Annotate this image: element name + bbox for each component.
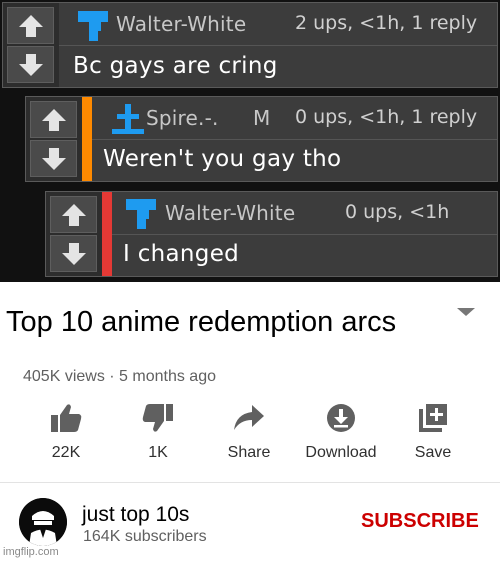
- reply-depth-bar: [102, 192, 112, 276]
- subscribe-button[interactable]: SUBSCRIBE: [361, 510, 479, 533]
- share-label: Share: [227, 444, 271, 461]
- tetris-icon: [126, 199, 156, 229]
- like-button[interactable]: 22K: [21, 400, 111, 462]
- comment-meta: 2 ups, <1h, 1 reply: [295, 12, 478, 34]
- avatar[interactable]: [19, 498, 67, 546]
- arrow-up-icon: [61, 203, 86, 226]
- vote-column: [3, 3, 59, 87]
- download-button[interactable]: Download: [296, 400, 386, 462]
- view-count: 405K views · 5 months ago: [23, 368, 216, 385]
- comment-author[interactable]: Walter-White: [165, 201, 295, 225]
- video-title: Top 10 anime redemption arcs: [6, 306, 397, 338]
- comment-2: Spire.-. M 0 ups, <1h, 1 reply Weren't y…: [25, 96, 498, 182]
- masked-figure-avatar: [19, 498, 67, 546]
- share-button[interactable]: Share: [204, 400, 294, 462]
- comment-3: Walter-White 0 ups, <1h I changed: [45, 191, 498, 277]
- downvote-button[interactable]: [50, 235, 97, 272]
- upvote-button[interactable]: [7, 7, 54, 44]
- arrow-down-icon: [18, 53, 43, 76]
- thumbs-down-icon: [142, 404, 173, 432]
- save-label: Save: [414, 444, 452, 461]
- comment-text: Bc gays are cring: [73, 53, 278, 79]
- vote-column: [26, 97, 82, 181]
- comment-1: Walter-White 2 ups, <1h, 1 reply Bc gays…: [2, 2, 498, 88]
- arrow-down-icon: [61, 242, 86, 265]
- downvote-button[interactable]: [30, 140, 77, 177]
- vote-column: [46, 192, 102, 276]
- watermark: imgflip.com: [3, 546, 59, 558]
- dislike-button[interactable]: 1K: [113, 400, 203, 462]
- comment-text: Weren't you gay tho: [103, 146, 342, 172]
- channel-name[interactable]: just top 10s: [82, 503, 189, 527]
- cross-icon: [112, 104, 144, 134]
- comment-divider: [92, 139, 497, 140]
- download-label: Download: [305, 444, 377, 461]
- save-button[interactable]: Save: [388, 400, 478, 462]
- comment-author[interactable]: Walter-White: [116, 12, 246, 36]
- comment-divider: [59, 45, 497, 46]
- arrow-down-icon: [41, 147, 66, 170]
- arrow-up-icon: [18, 14, 43, 37]
- download-icon: [327, 404, 355, 432]
- like-count: 22K: [51, 444, 81, 461]
- upvote-button[interactable]: [30, 101, 77, 138]
- upvote-button[interactable]: [50, 196, 97, 233]
- arrow-up-icon: [41, 108, 66, 131]
- comment-meta: 0 ups, <1h: [345, 201, 450, 223]
- thumbs-up-icon: [51, 404, 82, 432]
- section-divider: [0, 482, 500, 483]
- comment-author[interactable]: Spire.-.: [146, 106, 219, 130]
- dislike-count: 1K: [148, 444, 168, 461]
- moderator-badge: M: [253, 106, 271, 130]
- comment-text: I changed: [123, 241, 240, 267]
- comment-thread: Walter-White 2 ups, <1h, 1 reply Bc gays…: [0, 0, 500, 282]
- downvote-button[interactable]: [7, 46, 54, 83]
- comment-divider: [112, 234, 497, 235]
- share-icon: [234, 405, 264, 430]
- save-playlist-icon: [419, 404, 447, 432]
- expand-description-button[interactable]: [457, 308, 475, 316]
- reply-depth-bar: [82, 97, 92, 181]
- subscriber-count: 164K subscribers: [83, 528, 207, 545]
- tetris-icon: [78, 11, 108, 41]
- comment-meta: 0 ups, <1h, 1 reply: [295, 106, 478, 128]
